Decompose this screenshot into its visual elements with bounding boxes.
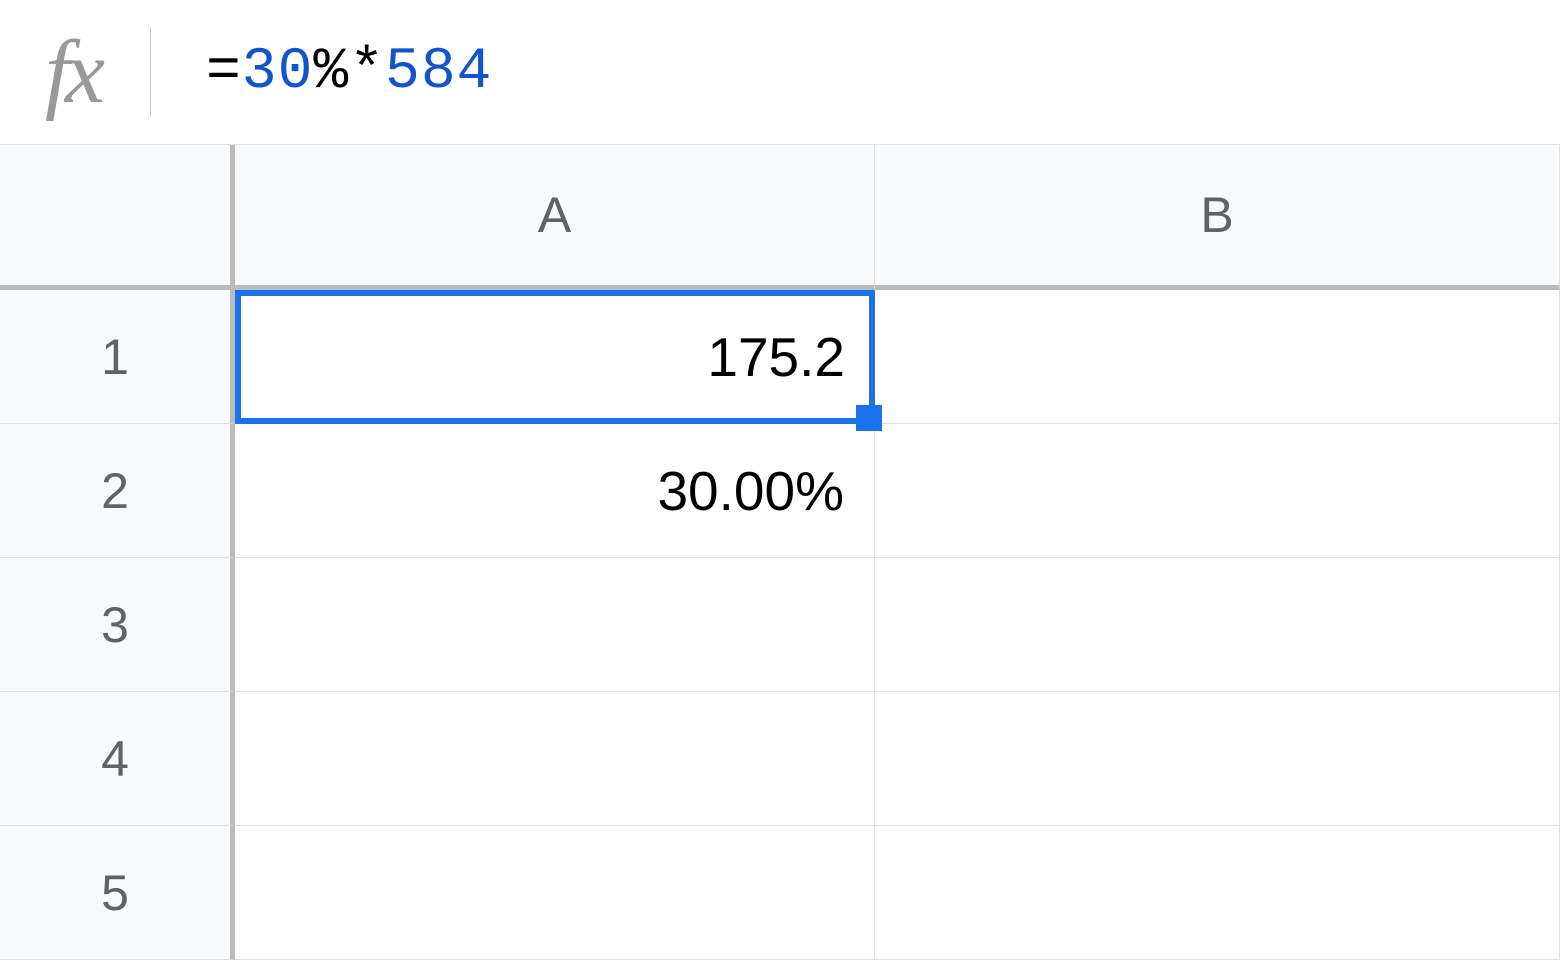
cell-b2[interactable]: [875, 424, 1560, 558]
fill-handle[interactable]: [856, 405, 882, 431]
row-header-1[interactable]: 1: [0, 290, 235, 424]
column-header-a[interactable]: A: [235, 145, 875, 290]
cell-a1[interactable]: 175.2: [235, 290, 875, 424]
select-all-corner[interactable]: [0, 145, 235, 290]
cell-b1[interactable]: [875, 290, 1560, 424]
cell-b4[interactable]: [875, 692, 1560, 826]
row-header-5[interactable]: 5: [0, 826, 235, 960]
row-header-2[interactable]: 2: [0, 424, 235, 558]
formula-separator: [150, 27, 151, 117]
cell-a3[interactable]: [235, 558, 875, 692]
spreadsheet-grid: A B 1 175.2 2 30.00% 3 4 5: [0, 145, 1560, 960]
cell-value: 175.2: [707, 325, 845, 389]
row-header-3[interactable]: 3: [0, 558, 235, 692]
cell-b3[interactable]: [875, 558, 1560, 692]
fx-icon: fx: [45, 21, 100, 124]
cell-b5[interactable]: [875, 826, 1560, 960]
cell-a4[interactable]: [235, 692, 875, 826]
cell-a5[interactable]: [235, 826, 875, 960]
column-header-b[interactable]: B: [875, 145, 1560, 290]
formula-bar: fx =30%*584: [0, 0, 1560, 145]
row-header-4[interactable]: 4: [0, 692, 235, 826]
formula-input[interactable]: =30%*584: [206, 40, 492, 105]
cell-a2[interactable]: 30.00%: [235, 424, 875, 558]
